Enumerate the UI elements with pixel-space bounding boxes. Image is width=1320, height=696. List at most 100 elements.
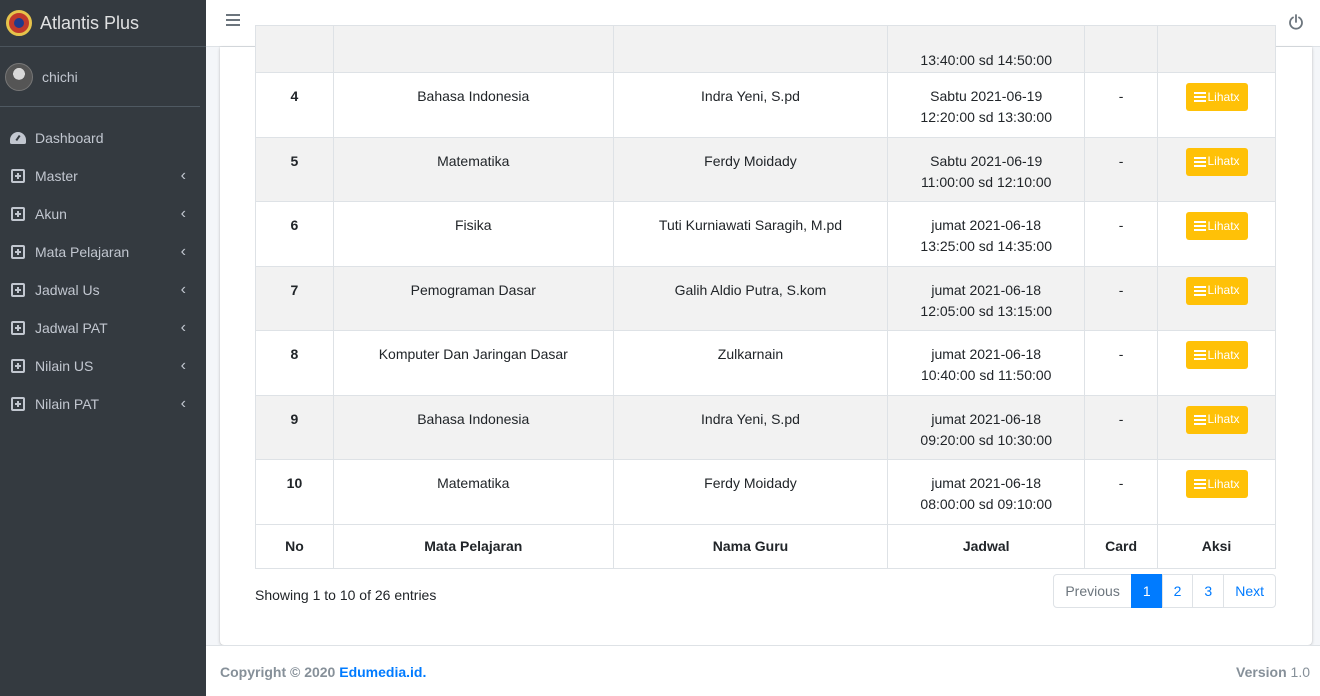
list-icon — [1193, 285, 1206, 296]
sidebar-item-akun[interactable]: Akun ‹ — [0, 195, 206, 233]
lihat-button[interactable]: Lihatx — [1185, 405, 1248, 434]
footer: Copyright © 2020 Edumedia.id. Version 1.… — [206, 645, 1320, 696]
column-header-aksi[interactable]: Aksi — [1157, 523, 1276, 569]
lihat-label: Lihatx — [1207, 89, 1240, 104]
lihat-button[interactable]: Lihatx — [1185, 341, 1248, 369]
jadwal-date: jumat 2021-06-18 — [931, 475, 1042, 491]
lihat-label: Lihatx — [1207, 218, 1240, 233]
column-header-no[interactable]: No — [255, 523, 334, 569]
next-page-button[interactable]: Next — [1223, 574, 1276, 608]
table-row: 6 Fisika Tuti Kurniawati Saragih, M.pd j… — [255, 201, 1276, 267]
guru-cell: Ferdy Moidady — [612, 136, 889, 202]
page-1-button[interactable]: 1 — [1130, 574, 1163, 608]
chevron-left-icon: ‹ — [180, 395, 186, 412]
schedule-card: 13:40:00 sd 14:50:00 4 Bahasa Indonesia … — [220, 25, 1312, 645]
lihat-button[interactable]: Lihatx — [1185, 470, 1248, 498]
lihat-label: Lihatx — [1207, 412, 1240, 426]
brand-link[interactable]: Atlantis Plus — [0, 0, 206, 47]
aksi-cell: Lihatx — [1157, 330, 1276, 396]
sidebar-item-nilain-us[interactable]: Nilain US ‹ — [0, 347, 206, 385]
chevron-left-icon: ‹ — [180, 243, 186, 260]
table-row: 7 Pemograman Dasar Galih Aldio Putra, S.… — [255, 265, 1276, 331]
card-cell: - — [1084, 201, 1159, 267]
lihat-button[interactable]: Lihatx — [1185, 276, 1248, 305]
hamburger-menu-icon[interactable] — [226, 14, 240, 28]
row-number: 10 — [255, 459, 334, 525]
jadwal-time: 08:00:00 sd 09:10:00 — [920, 496, 1052, 512]
version-number: 1.0 — [1290, 664, 1310, 680]
lihat-button[interactable]: Lihatx — [1185, 83, 1248, 111]
sidebar-nav: Dashboard Master ‹ Akun ‹ Mata Pelajaran… — [0, 119, 206, 423]
schedule-table: 13:40:00 sd 14:50:00 4 Bahasa Indonesia … — [255, 25, 1276, 569]
copyright: Copyright © 2020 Edumedia.id. — [220, 664, 426, 680]
version-info: Version 1.0 — [1236, 664, 1310, 680]
page-3-button[interactable]: 3 — [1192, 574, 1225, 608]
jadwal-date: jumat 2021-06-18 — [931, 346, 1042, 362]
lihat-button[interactable]: Lihatx — [1185, 212, 1248, 240]
pagination: Previous 1 2 3 Next — [1053, 574, 1276, 608]
sidebar-item-nilain-pat[interactable]: Nilain PAT ‹ — [0, 385, 206, 423]
jadwal-cell: jumat 2021-06-18 09:20:00 sd 10:30:00 — [887, 394, 1086, 460]
aksi-cell: Lihatx — [1157, 394, 1276, 460]
lihat-label: Lihatx — [1207, 154, 1240, 168]
guru-cell: Ferdy Moidady — [612, 459, 889, 525]
sidebar-item-master[interactable]: Master ‹ — [0, 157, 206, 195]
guru-cell: Tuti Kurniawati Saragih, M.pd — [612, 201, 889, 267]
lihat-button[interactable]: Lihatx — [1185, 147, 1248, 176]
row-number: 8 — [255, 330, 334, 396]
card-cell: - — [1084, 330, 1159, 396]
guru-cell: Zulkarnain — [612, 330, 889, 396]
jadwal-cell: jumat 2021-06-18 10:40:00 sd 11:50:00 — [887, 330, 1086, 396]
jadwal-cell: Sabtu 2021-06-19 12:20:00 sd 13:30:00 — [887, 72, 1086, 138]
column-header-mapel[interactable]: Mata Pelajaran — [332, 523, 614, 569]
card-cell: - — [1084, 72, 1159, 138]
table-info: Showing 1 to 10 of 26 entries — [255, 587, 437, 603]
jadwal-date: jumat 2021-06-18 — [931, 410, 1042, 427]
power-icon[interactable] — [1288, 14, 1304, 30]
list-icon — [1193, 479, 1206, 489]
card-cell: - — [1084, 136, 1159, 202]
list-icon — [1193, 92, 1206, 102]
column-header-card[interactable]: Card — [1084, 523, 1159, 569]
page-2-button[interactable]: 2 — [1161, 574, 1194, 608]
row-number: 5 — [255, 136, 334, 202]
sidebar-item-label: Mata Pelajaran — [35, 244, 130, 260]
card-cell: - — [1084, 394, 1159, 460]
jadwal-cell: 13:40:00 sd 14:50:00 — [887, 25, 1086, 73]
sidebar-item-dashboard[interactable]: Dashboard — [0, 119, 206, 157]
list-icon — [1193, 221, 1206, 231]
sidebar: Atlantis Plus chichi Dashboard Master ‹ … — [0, 0, 206, 696]
user-panel[interactable]: chichi — [0, 47, 200, 107]
jadwal-date: jumat 2021-06-18 — [931, 217, 1042, 233]
previous-page-button[interactable]: Previous — [1053, 574, 1132, 608]
lihat-label: Lihatx — [1207, 283, 1240, 297]
sidebar-item-jadwal-pat[interactable]: Jadwal PAT ‹ — [0, 309, 206, 347]
card-cell: - — [1084, 459, 1159, 525]
column-header-guru[interactable]: Nama Guru — [612, 523, 889, 569]
sidebar-item-mata-pelajaran[interactable]: Mata Pelajaran ‹ — [0, 233, 206, 271]
chevron-left-icon: ‹ — [180, 205, 186, 222]
list-icon — [1193, 350, 1206, 360]
jadwal-time: 13:25:00 sd 14:35:00 — [920, 238, 1052, 254]
copyright-text: Copyright © 2020 — [220, 664, 336, 680]
guru-cell: Indra Yeni, S.pd — [612, 394, 889, 460]
sidebar-item-label: Nilain PAT — [35, 396, 100, 412]
aksi-cell: Lihatx — [1157, 136, 1276, 202]
sidebar-item-label: Dashboard — [35, 130, 104, 146]
brand-title: Atlantis Plus — [40, 12, 140, 33]
column-header-jadwal[interactable]: Jadwal — [887, 523, 1086, 569]
plus-square-icon — [10, 396, 26, 412]
brand-logo — [6, 10, 32, 36]
chevron-left-icon: ‹ — [180, 281, 186, 298]
sidebar-item-jadwal-us[interactable]: Jadwal Us ‹ — [0, 271, 206, 309]
table-row: 4 Bahasa Indonesia Indra Yeni, S.pd Sabt… — [255, 72, 1276, 138]
edumedia-link[interactable]: Edumedia.id. — [339, 664, 426, 680]
lihat-label: Lihatx — [1207, 476, 1240, 491]
jadwal-date: jumat 2021-06-18 — [931, 281, 1042, 298]
avatar — [5, 62, 33, 91]
plus-square-icon — [10, 358, 26, 374]
jadwal-cell: jumat 2021-06-18 12:05:00 sd 13:15:00 — [887, 265, 1086, 331]
user-name[interactable]: chichi — [42, 69, 78, 85]
jadwal-date: Sabtu 2021-06-19 — [930, 152, 1043, 169]
tachometer-icon — [10, 130, 26, 146]
